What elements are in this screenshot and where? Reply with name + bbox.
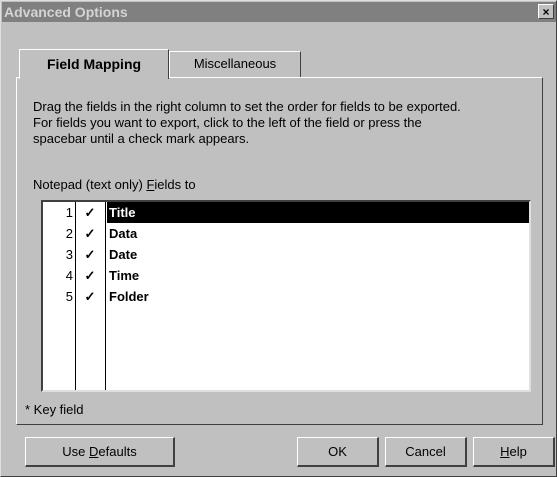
fields-list[interactable]: 1 ✓ Title 2 ✓ Data 3 ✓ Date 4 ✓ Time 5 ✓… (41, 200, 531, 392)
field-name[interactable]: Data (107, 223, 529, 244)
instructions-line-1: Drag the fields in the right column to s… (33, 99, 461, 114)
instructions-text: Drag the fields in the right column to s… (33, 99, 533, 147)
fields-list-label: Notepad (text only) Fields to (33, 177, 196, 192)
window-title: Advanced Options (4, 4, 128, 20)
check-mark-icon[interactable]: ✓ (79, 244, 101, 265)
field-order-number: 5 (65, 289, 73, 304)
field-name[interactable]: Time (107, 265, 529, 286)
field-order-number: 3 (65, 247, 73, 262)
title-bar: Advanced Options × (2, 2, 556, 22)
instructions-line-3: spacebar until a check mark appears. (33, 131, 250, 146)
field-order-number: 4 (65, 268, 73, 283)
field-row[interactable]: 4 ✓ Time (43, 265, 529, 286)
use-defaults-button[interactable]: Use Defaults (25, 437, 175, 467)
field-row[interactable]: 3 ✓ Date (43, 244, 529, 265)
tab-miscellaneous[interactable]: Miscellaneous (169, 51, 301, 77)
field-name[interactable]: Date (107, 244, 529, 265)
close-button[interactable]: × (538, 4, 554, 19)
check-mark-icon[interactable]: ✓ (79, 265, 101, 286)
ok-button[interactable]: OK (297, 437, 379, 467)
check-mark-icon[interactable]: ✓ (79, 202, 101, 223)
field-name[interactable]: Folder (107, 286, 529, 307)
field-order-number: 2 (65, 226, 73, 241)
field-row[interactable]: 1 ✓ Title (43, 202, 529, 223)
check-mark-icon[interactable]: ✓ (79, 286, 101, 307)
check-mark-icon[interactable]: ✓ (79, 223, 101, 244)
instructions-line-2: For fields you want to export, click to … (33, 115, 422, 130)
field-row[interactable]: 2 ✓ Data (43, 223, 529, 244)
field-row[interactable]: 5 ✓ Folder (43, 286, 529, 307)
cancel-button[interactable]: Cancel (385, 437, 467, 467)
help-button[interactable]: Help (473, 437, 555, 467)
tab-field-mapping[interactable]: Field Mapping (19, 49, 169, 79)
advanced-options-dialog: Advanced Options × Field Mapping Miscell… (0, 0, 557, 477)
key-field-note: * Key field (25, 402, 84, 417)
field-name[interactable]: Title (107, 202, 529, 223)
field-order-number: 1 (65, 205, 73, 220)
